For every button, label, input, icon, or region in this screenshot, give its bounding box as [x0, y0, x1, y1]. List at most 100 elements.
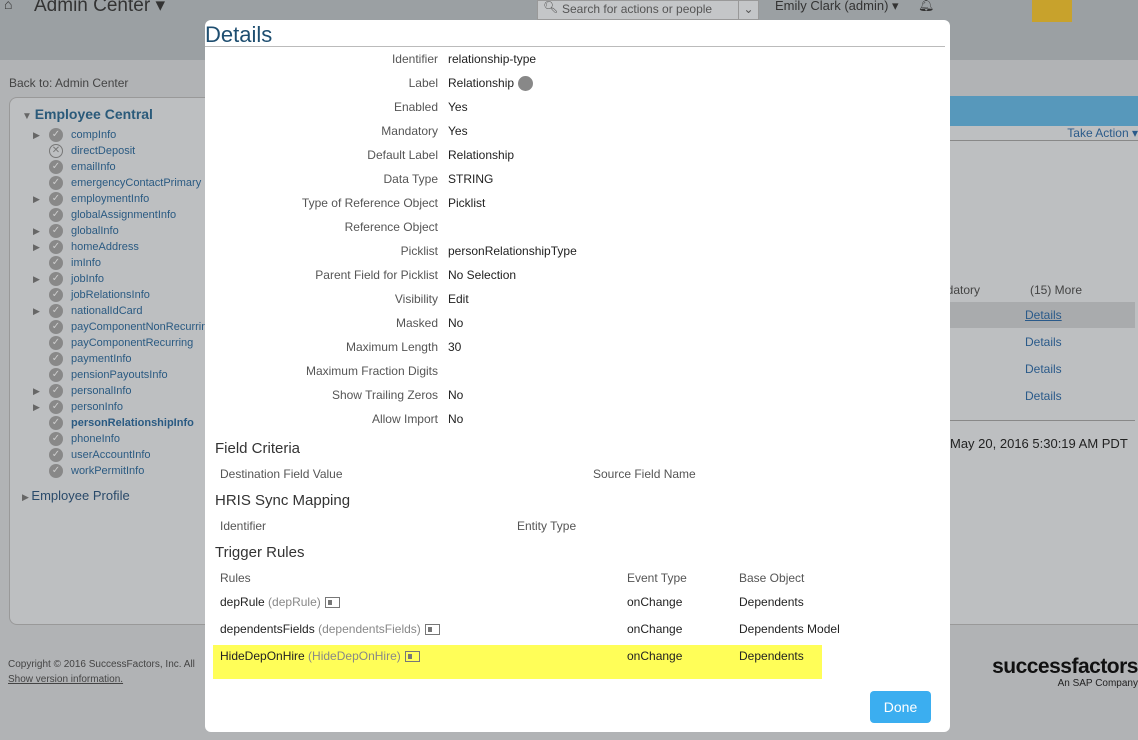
- expand-arrow-icon[interactable]: ▶: [33, 242, 49, 253]
- check-circle-icon: ✓: [49, 368, 63, 382]
- sidebar-item-label: paymentInfo: [71, 353, 132, 365]
- column-header: Base Object: [739, 571, 805, 585]
- field-criteria-title: Field Criteria: [215, 440, 301, 457]
- expand-arrow-icon[interactable]: ▶: [33, 130, 49, 141]
- field-label: Default Label: [367, 148, 438, 162]
- sidebar-item-label: directDeposit: [71, 145, 136, 157]
- company-logo: [1032, 0, 1072, 22]
- field-value: 30: [448, 340, 462, 354]
- sidebar-item[interactable]: ✓ jobRelationsInfo: [33, 287, 150, 303]
- sidebar-item[interactable]: ✓ emailInfo: [33, 159, 116, 175]
- admin-center-menu[interactable]: Admin Center ▾: [34, 0, 165, 17]
- check-circle-icon: ✓: [49, 288, 63, 302]
- sidebar-item-label: emailInfo: [71, 161, 116, 173]
- field-value: No: [448, 388, 464, 402]
- check-circle-icon: ✓: [49, 416, 63, 430]
- event-type: onChange: [627, 622, 683, 636]
- rule-details-icon[interactable]: [424, 624, 440, 636]
- user-menu[interactable]: Emily Clark (admin) ▾: [775, 0, 899, 14]
- field-value: Edit: [448, 292, 469, 306]
- back-link[interactable]: Back to: Admin Center: [9, 76, 128, 90]
- expand-arrow-icon[interactable]: ▶: [33, 274, 49, 285]
- divider: [940, 420, 1135, 421]
- field-label: Show Trailing Zeros: [331, 388, 438, 402]
- check-circle-icon: ✓: [49, 208, 63, 222]
- details-link[interactable]: Details: [1025, 308, 1062, 322]
- successfactors-logo: successfactors: [992, 655, 1138, 678]
- expand-arrow-icon[interactable]: ▶: [33, 306, 49, 317]
- expand-arrow-icon[interactable]: ▶: [33, 386, 49, 397]
- sidebar-item-label: personalInfo: [71, 385, 132, 397]
- column-header: Event Type: [627, 571, 687, 585]
- sidebar-item[interactable]: ▶ ✓ personInfo: [33, 399, 123, 415]
- search-input[interactable]: 🔍︎ Search for actions or people ⌄: [537, 0, 759, 20]
- divider: [940, 140, 1138, 141]
- expand-arrow-icon[interactable]: ▶: [33, 402, 49, 413]
- done-button[interactable]: Done: [870, 691, 931, 723]
- last-modified-date: May 20, 2016 5:30:19 AM PDT: [950, 436, 1128, 451]
- field-value: personRelationshipType: [448, 244, 577, 258]
- details-dialog: Details Identifier relationship-type Label…: [205, 20, 950, 732]
- field-label: Identifier: [391, 52, 438, 66]
- divider: [205, 46, 945, 47]
- field-label: Reference Object: [344, 220, 438, 234]
- rule-details-icon[interactable]: [404, 651, 420, 663]
- sidebar-item[interactable]: ▶ ✓ employmentInfo: [33, 191, 149, 207]
- sidebar-item[interactable]: ✓ paymentInfo: [33, 351, 132, 367]
- column-header: Identifier: [220, 519, 267, 533]
- rule-name: HideDepOnHire (HideDepOnHire): [220, 649, 420, 663]
- sidebar-item[interactable]: ▶ ✓ jobInfo: [33, 271, 104, 287]
- sidebar-item[interactable]: ✕ directDeposit: [33, 143, 135, 159]
- check-circle-icon: ✓: [49, 384, 63, 398]
- sidebar-item[interactable]: ▶ ✓ homeAddress: [33, 239, 139, 255]
- sidebar-item[interactable]: ▶ ✓ globalInfo: [33, 223, 119, 239]
- column-header: Entity Type: [517, 519, 577, 533]
- employee-profile-header[interactable]: ▶ Employee Profile: [22, 488, 202, 503]
- take-action-button[interactable]: Take Action ▾: [1067, 126, 1138, 140]
- sidebar-item[interactable]: ✓ phoneInfo: [33, 431, 120, 447]
- check-circle-icon: ✓: [49, 304, 63, 318]
- sidebar-item[interactable]: ▶ ✓ compInfo: [33, 127, 116, 143]
- chevron-down-icon[interactable]: ⌄: [738, 1, 758, 19]
- check-circle-icon: ✓: [49, 192, 63, 206]
- rule-name: depRule (depRule): [220, 595, 340, 609]
- field-value: Yes: [448, 100, 468, 114]
- field-value: No: [448, 412, 464, 426]
- field-label: Type of Reference Object: [301, 196, 438, 210]
- sidebar-item-label: homeAddress: [71, 241, 139, 253]
- expand-arrow-icon[interactable]: ▶: [33, 226, 49, 237]
- column-header: Source Field Name: [593, 467, 696, 481]
- sidebar-item[interactable]: ✓ imInfo: [33, 255, 101, 271]
- sidebar-item[interactable]: ▶ ✓ nationalIdCard: [33, 303, 143, 319]
- field-value: Picklist: [448, 196, 486, 210]
- column-header: Rules: [220, 571, 251, 585]
- hris-sync-title: HRIS Sync Mapping: [215, 492, 351, 509]
- sidebar-item[interactable]: ✓ userAccountInfo: [33, 447, 151, 463]
- field-value: Yes: [448, 124, 468, 138]
- rule-details-icon[interactable]: [324, 597, 340, 609]
- check-circle-icon: ✓: [49, 400, 63, 414]
- base-object: Dependents: [739, 595, 804, 609]
- field-value: relationship-type: [448, 52, 537, 66]
- sidebar-item[interactable]: ✓ workPermitInfo: [33, 463, 144, 479]
- check-circle-icon: ✓: [49, 336, 63, 350]
- details-link[interactable]: Details: [1025, 362, 1062, 376]
- field-label: Maximum Length: [345, 340, 438, 354]
- event-type: onChange: [627, 649, 683, 663]
- show-version-link[interactable]: Show version information.: [8, 674, 123, 685]
- sidebar-item[interactable]: ▶ ✓ personalInfo: [33, 383, 132, 399]
- expand-arrow-icon[interactable]: ▶: [33, 194, 49, 205]
- home-icon[interactable]: ⌂: [4, 0, 12, 12]
- base-object: Dependents: [739, 649, 804, 663]
- details-link[interactable]: Details: [1025, 335, 1062, 349]
- globe-icon[interactable]: [518, 76, 534, 92]
- blue-header-bar: [940, 96, 1138, 126]
- check-circle-icon: ✓: [49, 448, 63, 462]
- column-header-more[interactable]: (15) More: [1030, 283, 1082, 297]
- sidebar-item-label: imInfo: [71, 257, 101, 269]
- field-label: Label: [408, 76, 438, 90]
- check-circle-icon: ✓: [49, 176, 63, 190]
- bell-icon[interactable]: 🔔︎: [918, 0, 935, 13]
- details-link[interactable]: Details: [1025, 389, 1062, 403]
- sidebar-item-label: personInfo: [71, 401, 123, 413]
